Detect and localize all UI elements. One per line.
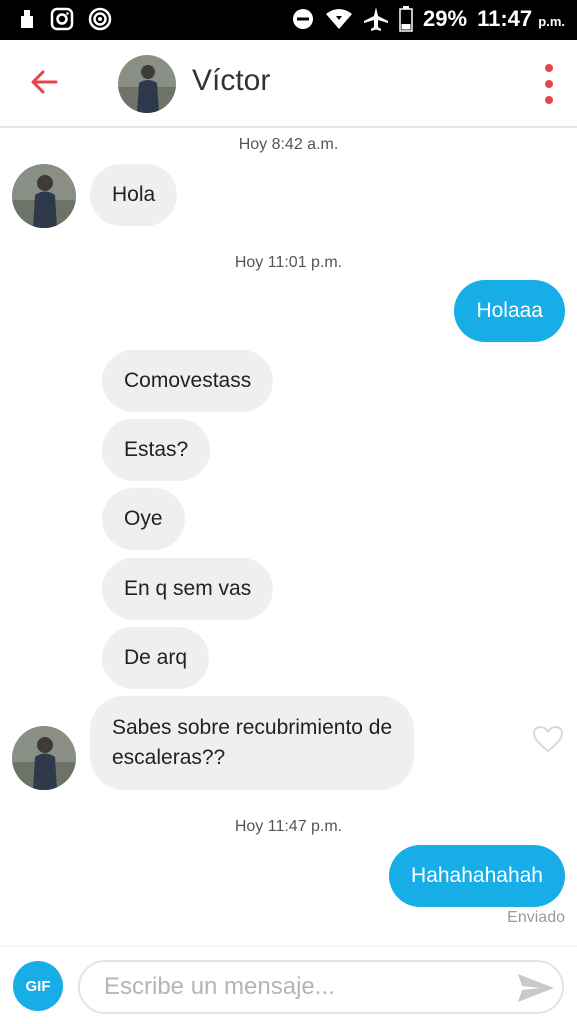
notification-icon: [21, 10, 33, 28]
target-icon: [88, 7, 112, 31]
message-composer: GIF: [0, 946, 577, 1024]
message-text-line: Sabes sobre recubrimiento de: [112, 716, 393, 739]
message-input[interactable]: [78, 960, 564, 1014]
message-bubble-outgoing[interactable]: Hahahahahah: [389, 845, 565, 907]
airplane-icon: [364, 7, 389, 31]
battery-icon: [399, 6, 413, 32]
message-text: Holaaa: [476, 299, 543, 322]
timestamp: Hoy 11:01 p.m.: [234, 254, 343, 271]
more-vertical-icon[interactable]: [539, 62, 559, 106]
wifi-icon: [326, 9, 353, 29]
arrow-left-icon[interactable]: [26, 62, 66, 102]
status-bar: 29% 11:47 p.m.: [0, 0, 577, 40]
message-text-line: escaleras??: [112, 746, 226, 769]
message-text: Comovestass: [124, 369, 252, 392]
sender-avatar[interactable]: [12, 726, 76, 790]
message-bubble-incoming[interactable]: Comovestass: [102, 350, 274, 412]
message-text: Estas?: [124, 438, 189, 461]
chat-header: Víctor: [0, 40, 577, 128]
message-bubble-incoming[interactable]: De arq: [102, 627, 210, 689]
contact-name[interactable]: Víctor: [192, 64, 270, 98]
message-text: En q sem vas: [124, 577, 252, 600]
message-text: De arq: [124, 646, 188, 669]
instagram-icon: [50, 7, 74, 31]
message-text: Oye: [124, 507, 163, 530]
do-not-disturb-icon: [293, 9, 314, 29]
contact-avatar[interactable]: [118, 55, 176, 113]
clock: 11:47 p.m.: [477, 6, 565, 32]
message-bubble-outgoing[interactable]: Holaaa: [454, 280, 565, 342]
message-text: Hola: [112, 183, 156, 206]
battery-percent: 29%: [423, 6, 468, 31]
sent-status: Enviado: [507, 909, 565, 926]
heart-icon[interactable]: [532, 725, 564, 753]
message-bubble-incoming[interactable]: Estas?: [102, 419, 211, 481]
sender-avatar[interactable]: [12, 164, 76, 228]
gif-button[interactable]: GIF: [13, 961, 63, 1011]
message-bubble-incoming[interactable]: Oye: [102, 488, 185, 550]
clock-time: 11:47: [477, 6, 533, 31]
clock-suffix: p.m.: [538, 14, 565, 29]
message-bubble-incoming[interactable]: Hola: [90, 164, 178, 226]
message-text: Hahahahahah: [411, 864, 543, 887]
send-icon[interactable]: [516, 971, 556, 1005]
timestamp: Hoy 11:47 p.m.: [234, 818, 343, 835]
message-list[interactable]: Hoy 8:42 a.m. Hola Hoy 11:01 p.m. Holaaa…: [0, 128, 577, 950]
timestamp: Hoy 8:42 a.m.: [238, 136, 339, 153]
message-bubble-incoming[interactable]: En q sem vas: [102, 558, 274, 620]
message-bubble-incoming[interactable]: Sabes sobre recubrimiento de escaleras??: [90, 696, 415, 790]
